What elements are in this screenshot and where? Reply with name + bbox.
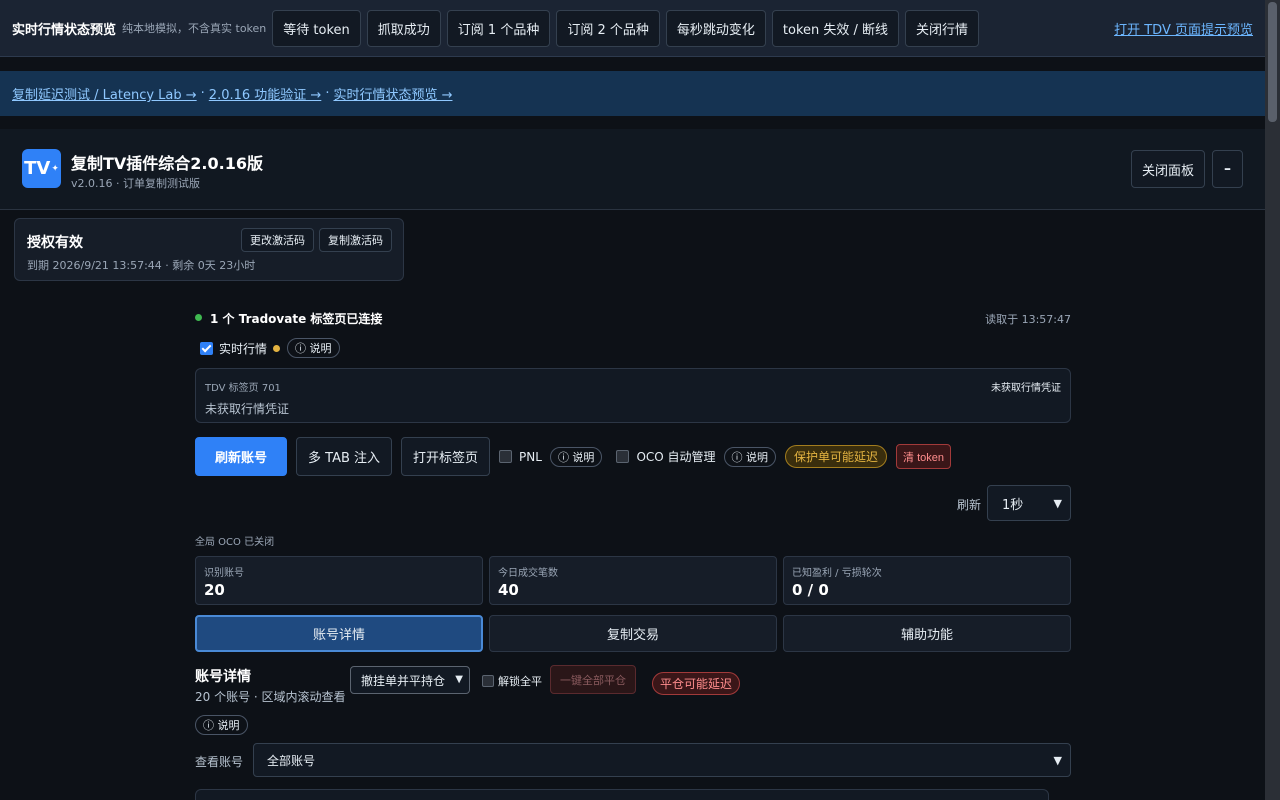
pnl-help-button[interactable]: ⓘ 说明	[549, 446, 603, 467]
tdv-tab-card: TDV 标签页 701 未获取行情凭证 未获取行情凭证	[195, 368, 1071, 423]
license-card: 授权有效 更改激活码 复制激活码 到期 2026/9/21 13:57:44 ·…	[14, 218, 404, 281]
subscribe-two-button[interactable]: 订阅 2 个品种	[556, 9, 660, 47]
subscribe-one-button[interactable]: 订阅 1 个品种	[446, 9, 551, 47]
read-time: 读取于 13:57:47	[985, 313, 1071, 326]
flatten-all-button[interactable]: 一键全部平仓	[550, 665, 636, 694]
nav-link-bar: 复制延迟测试 / Latency Lab → · 2.0.16 功能验证 → ·…	[0, 71, 1265, 116]
realtime-status-dot-icon	[273, 344, 281, 352]
account-list	[195, 789, 1049, 800]
stat-label: 今日成交笔数	[498, 568, 558, 579]
sparkle-icon: ✦	[51, 163, 59, 174]
app-version: v2.0.16 · 订单复制测试版	[71, 177, 200, 190]
oco-global-status: 全局 OCO 已关闭	[195, 537, 275, 548]
stat-card: 今日成交笔数 40	[489, 556, 777, 605]
action-row: 刷新账号 多 TAB 注入 打开标签页 PNL ⓘ 说明 OCO 自动管理 ⓘ …	[195, 437, 1071, 476]
stat-value: 40	[498, 581, 519, 599]
logo-text: TV	[24, 158, 51, 179]
preview-toolbar: 实时行情状态预览 纯本地模拟，不含真实 token 等待 token 抓取成功 …	[0, 0, 1265, 57]
oco-label: OCO 自动管理	[636, 450, 716, 464]
refresh-account-button[interactable]: 刷新账号	[195, 437, 287, 476]
token-expired-button[interactable]: token 失效 / 断线	[771, 9, 900, 47]
scrollbar-thumb[interactable]	[1268, 2, 1277, 122]
open-tab-button[interactable]: 打开标签页	[401, 437, 491, 476]
oco-help-button[interactable]: ⓘ 说明	[723, 446, 777, 467]
preview-subtitle: 纯本地模拟，不含真实 token	[122, 22, 267, 35]
connection-row: 1 个 Tradovate 标签页已连接 读取于 13:57:47	[195, 310, 1071, 326]
tab-copy-trading[interactable]: 复制交易	[489, 615, 777, 652]
realtime-checkbox[interactable]	[200, 341, 213, 355]
panel-header: TV ✦ 复制TV插件综合2.0.16版 v2.0.16 · 订单复制测试版 关闭…	[0, 129, 1265, 210]
pnl-option[interactable]: PNL	[499, 450, 542, 464]
refresh-label: 刷新	[957, 498, 982, 512]
flatten-mode-select[interactable]: 撤挂单并平持仓 ▼	[350, 666, 470, 694]
chevron-down-icon: ▼	[1053, 754, 1062, 767]
oco-checkbox[interactable]	[616, 450, 630, 463]
chevron-down-icon: ▼	[1053, 497, 1062, 510]
tick-change-button[interactable]: 每秒跳动变化	[665, 9, 766, 47]
refresh-interval-select[interactable]: 1秒 ▼	[987, 485, 1071, 521]
account-filter-value: 全部账号	[267, 753, 316, 768]
realtime-label: 实时行情	[219, 341, 268, 356]
feature-verify-link[interactable]: 2.0.16 功能验证 →	[209, 84, 322, 103]
stat-label: 已知盈利 / 亏损轮次	[792, 568, 882, 579]
details-help-button[interactable]: ⓘ 说明	[195, 715, 248, 735]
realtime-help-button[interactable]: ⓘ 说明	[287, 338, 340, 358]
tdv-tab-status: 未获取行情凭证	[991, 383, 1061, 394]
chevron-down-icon: ▼	[455, 674, 463, 685]
change-code-button[interactable]: 更改激活码	[241, 228, 314, 252]
link-separator: ·	[200, 86, 205, 101]
oco-option[interactable]: OCO 自动管理	[616, 448, 716, 465]
license-status: 授权有效	[27, 235, 83, 251]
open-tdv-link[interactable]: 打开 TDV 页面提示预览	[1114, 19, 1253, 38]
wait-token-button[interactable]: 等待 token	[272, 9, 361, 47]
unlock-flat-label: 解锁全平	[498, 675, 542, 688]
realtime-preview-link[interactable]: 实时行情状态预览 →	[333, 84, 452, 103]
details-title: 账号详情	[195, 669, 251, 685]
flatten-delay-badge: 平仓可能延迟	[652, 672, 741, 695]
preview-title: 实时行情状态预览	[12, 22, 117, 38]
realtime-row: 实时行情 ⓘ 说明	[200, 337, 340, 359]
stats-row: 识别账号 20 今日成交笔数 40 已知盈利 / 亏损轮次 0 / 0	[195, 556, 1071, 605]
protect-delay-badge: 保护单可能延迟	[785, 445, 888, 468]
tdv-tab-message: 未获取行情凭证	[205, 402, 290, 416]
unlock-flat-option[interactable]: 解锁全平	[482, 673, 542, 689]
section-tabs: 账号详情 复制交易 辅助功能	[195, 615, 1071, 652]
copy-code-button[interactable]: 复制激活码	[319, 228, 392, 252]
app-logo-icon: TV ✦	[22, 149, 61, 188]
close-panel-button[interactable]: 关闭面板	[1131, 150, 1206, 188]
pnl-label: PNL	[519, 449, 542, 464]
stat-card: 已知盈利 / 亏损轮次 0 / 0	[783, 556, 1071, 605]
details-subtitle: 20 个账号 · 区域内滚动查看	[195, 690, 346, 704]
stat-label: 识别账号	[204, 568, 244, 579]
stat-card: 识别账号 20	[195, 556, 483, 605]
fetch-success-button[interactable]: 抓取成功	[366, 9, 441, 47]
tab-account-details[interactable]: 账号详情	[195, 615, 483, 652]
close-quotes-button[interactable]: 关闭行情	[905, 9, 980, 47]
connected-dot-icon	[195, 314, 202, 321]
account-filter-label: 查看账号	[195, 755, 244, 769]
flatten-mode-value: 撤挂单并平持仓	[361, 673, 446, 688]
clear-token-button[interactable]: 清 token	[896, 444, 952, 469]
pnl-checkbox[interactable]	[499, 450, 513, 463]
refresh-interval-value: 1秒	[1002, 497, 1024, 513]
unlock-flat-checkbox[interactable]	[482, 675, 494, 687]
minimize-button[interactable]: –	[1212, 150, 1243, 188]
account-filter-select[interactable]: 全部账号 ▼	[253, 743, 1071, 777]
latency-lab-link[interactable]: 复制延迟测试 / Latency Lab →	[12, 84, 197, 103]
tdv-tab-name: TDV 标签页 701	[205, 383, 281, 394]
multi-tab-inject-button[interactable]: 多 TAB 注入	[296, 437, 393, 476]
tab-aux-functions[interactable]: 辅助功能	[783, 615, 1071, 652]
page-scrollbar[interactable]	[1265, 0, 1280, 800]
license-expiry: 到期 2026/9/21 13:57:44 · 剩余 0天 23小时	[27, 259, 256, 272]
stat-value: 0 / 0	[792, 581, 829, 599]
link-separator: ·	[325, 86, 330, 101]
connection-status: 1 个 Tradovate 标签页已连接	[210, 312, 383, 326]
app-title: 复制TV插件综合2.0.16版	[71, 154, 263, 173]
stat-value: 20	[204, 581, 225, 599]
